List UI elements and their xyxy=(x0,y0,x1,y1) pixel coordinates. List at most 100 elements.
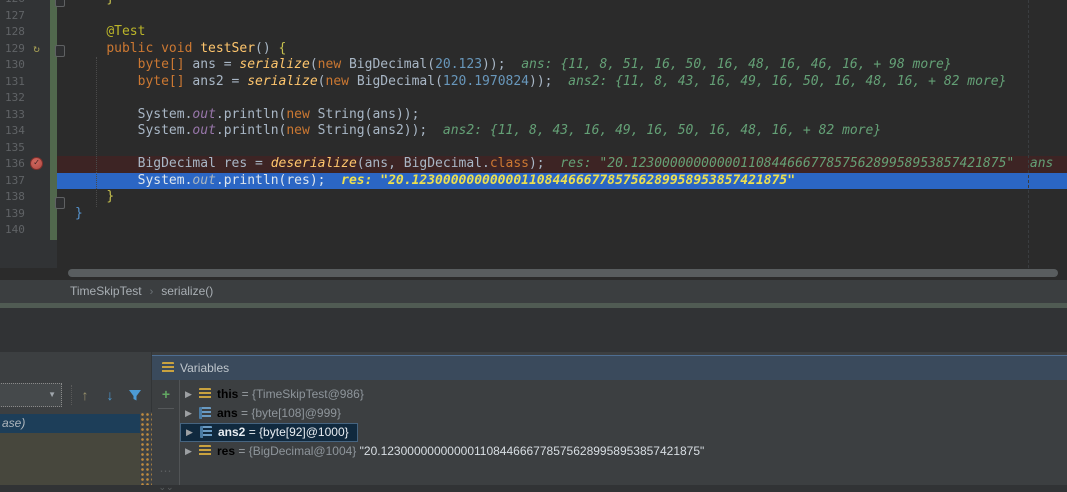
code-line-136[interactable]: BigDecimal res = deserialize(ans, BigDec… xyxy=(0,156,1067,173)
test-run-icon[interactable]: ↻ xyxy=(30,42,43,55)
line-number[interactable]: 138 xyxy=(0,189,57,206)
code-token: serialize xyxy=(247,74,317,89)
variable-string-value: "20.123000000000001108446667785756289958… xyxy=(356,444,704,458)
code-token: byte[] xyxy=(138,57,193,72)
code-token xyxy=(75,24,106,39)
expand-icon[interactable]: ▶ xyxy=(185,385,199,404)
line-number[interactable]: 129 ↻ xyxy=(0,41,57,58)
code-token: String(ans)); xyxy=(318,107,420,122)
line-number[interactable]: 133 xyxy=(0,107,57,124)
code-lines: } @Test public void testSer() { byte[] a… xyxy=(0,0,1067,239)
code-token: ( xyxy=(318,74,326,89)
line-number[interactable]: 131 xyxy=(0,74,57,91)
code-token: new xyxy=(326,74,357,89)
code-line-137[interactable]: System.out.println(res); res: "20.123000… xyxy=(0,173,1067,190)
code-token: testSer xyxy=(200,41,255,56)
filter-frames-button[interactable] xyxy=(126,385,144,405)
breadcrumb-method[interactable]: serialize() xyxy=(161,284,213,298)
code-token: byte[] xyxy=(138,74,193,89)
line-number[interactable]: 139 xyxy=(0,206,57,223)
expand-icon[interactable]: ▶ xyxy=(186,424,200,441)
line-number[interactable]: 135 xyxy=(0,140,57,157)
toolbar-gap xyxy=(0,308,1067,352)
editor-gutter[interactable]: 126127128129↻130131132133134135136✓13713… xyxy=(0,0,57,268)
code-token: ans2: {11, 8, 43, 16, 49, 16, 50, 16, 48… xyxy=(568,74,1006,89)
breadcrumb-class[interactable]: TimeSkipTest xyxy=(70,284,142,298)
fold-marker[interactable] xyxy=(55,197,65,209)
toolbar-separator xyxy=(71,385,72,405)
line-number[interactable]: 137 xyxy=(0,173,57,190)
code-line-128[interactable]: @Test xyxy=(0,24,1067,41)
variable-row-content: ▶res = {BigDecimal@1004} "20.12300000000… xyxy=(180,442,712,461)
code-line-126[interactable]: } xyxy=(0,0,1067,8)
code-token: )); xyxy=(529,74,552,89)
line-number[interactable]: 136✓ xyxy=(0,156,57,173)
stack-frame-row[interactable]: ase) xyxy=(0,414,140,433)
code-token xyxy=(75,156,138,171)
add-watch-button[interactable]: + xyxy=(152,386,180,402)
array-variable-icon xyxy=(199,407,211,419)
code-line-135[interactable] xyxy=(0,140,1067,157)
equals-sign: = xyxy=(245,425,259,439)
object-variable-icon xyxy=(199,388,211,400)
thread-selector[interactable]: ▼ xyxy=(0,383,62,407)
code-line-138[interactable]: } xyxy=(0,189,1067,206)
line-number-label: 132 xyxy=(5,91,25,104)
line-number[interactable]: 127 xyxy=(0,8,57,25)
line-number[interactable]: 130 xyxy=(0,57,57,74)
code-token: { xyxy=(279,41,287,56)
horizontal-scrollbar[interactable] xyxy=(68,269,1058,277)
code-line-129[interactable]: public void testSer() { xyxy=(0,41,1067,58)
variables-tab-icon xyxy=(162,362,174,374)
code-token xyxy=(75,0,106,6)
equals-sign: = xyxy=(238,387,252,401)
more-options-button[interactable]: ⋯ xyxy=(152,464,180,478)
variables-header[interactable]: Variables xyxy=(152,355,1067,380)
variable-name: ans2 xyxy=(218,425,245,439)
code-line-132[interactable] xyxy=(0,90,1067,107)
code-token: String(ans2)); xyxy=(318,123,428,138)
code-editor[interactable]: } @Test public void testSer() { byte[] a… xyxy=(0,0,1067,280)
code-line-133[interactable]: System.out.println(new String(ans)); xyxy=(0,107,1067,124)
variables-tree: ▶this = {TimeSkipTest@986}▶ans = {byte[1… xyxy=(180,385,1067,461)
code-token: .println(res); xyxy=(216,173,326,188)
variable-row-ans[interactable]: ▶ans = {byte[108]@999} xyxy=(180,404,1067,423)
breakpoint-icon[interactable]: ✓ xyxy=(30,157,43,170)
code-token: deserialize xyxy=(271,156,357,171)
line-number[interactable]: 132 xyxy=(0,90,57,107)
fold-marker[interactable] xyxy=(55,45,65,57)
line-number[interactable]: 134 xyxy=(0,123,57,140)
expand-icon[interactable]: ▶ xyxy=(185,404,199,423)
code-token xyxy=(75,41,106,56)
code-line-127[interactable] xyxy=(0,8,1067,25)
frames-scrollbar[interactable] xyxy=(140,412,152,485)
variable-value: {byte[108]@999} xyxy=(251,406,341,420)
previous-frame-button[interactable]: ↑ xyxy=(76,385,94,405)
line-number-label: 133 xyxy=(5,108,25,121)
variable-row-this[interactable]: ▶this = {TimeSkipTest@986} xyxy=(180,385,1067,404)
expand-icon[interactable]: ▶ xyxy=(185,442,199,461)
frames-list-background xyxy=(0,433,140,485)
code-line-131[interactable]: byte[] ans2 = serialize(new BigDecimal(1… xyxy=(0,74,1067,91)
variable-row-res[interactable]: ▶res = {BigDecimal@1004} "20.12300000000… xyxy=(180,442,1067,461)
variable-name: ans xyxy=(217,406,238,420)
code-line-140[interactable] xyxy=(0,222,1067,239)
variable-row-content: ▶ans2 = {byte[92]@1000} xyxy=(180,423,358,442)
fold-marker[interactable] xyxy=(55,0,65,7)
code-line-139[interactable]: } xyxy=(0,206,1067,223)
variable-name: res xyxy=(217,444,235,458)
code-token: BigDecimal( xyxy=(349,57,435,72)
line-number[interactable]: 126 xyxy=(0,0,57,8)
code-line-130[interactable]: byte[] ans = serialize(new BigDecimal(20… xyxy=(0,57,1067,74)
scroll-to-bottom-button[interactable]: ⌄⌄ xyxy=(152,484,180,491)
code-token: ans xyxy=(1014,156,1053,171)
variable-row-ans2[interactable]: ▶ans2 = {byte[92]@1000} xyxy=(180,423,1067,442)
code-token xyxy=(325,173,341,188)
code-line-134[interactable]: System.out.println(new String(ans2)); an… xyxy=(0,123,1067,140)
next-frame-button[interactable]: ↓ xyxy=(101,385,119,405)
line-number[interactable]: 140 xyxy=(0,222,57,239)
line-number[interactable]: 128 xyxy=(0,24,57,41)
code-token: out xyxy=(192,123,215,138)
code-viewport: } @Test public void testSer() { byte[] a… xyxy=(0,0,1067,268)
line-number-label: 129 xyxy=(5,42,25,55)
